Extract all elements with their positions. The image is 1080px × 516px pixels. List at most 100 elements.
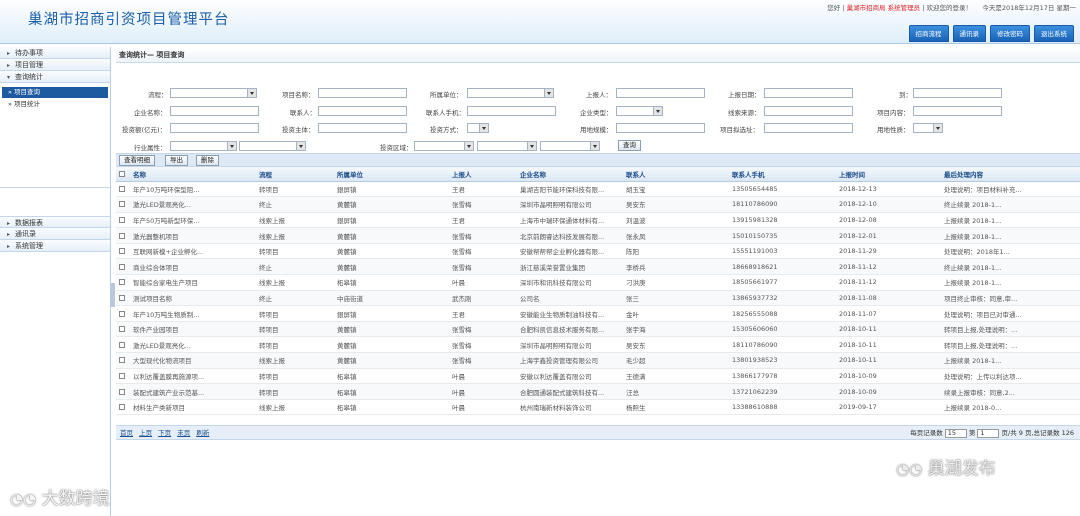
region-select-2[interactable] xyxy=(477,141,537,151)
table-cell[interactable]: 智能综合家电生产项目 xyxy=(130,274,256,291)
contacts-button[interactable]: 通讯录 xyxy=(952,25,986,42)
row-select-cell[interactable] xyxy=(116,399,130,416)
row-select-cell[interactable] xyxy=(116,243,130,260)
contact-input[interactable] xyxy=(318,106,407,116)
table-cell[interactable]: 年产50万吨新型环保... xyxy=(130,212,256,229)
row-checkbox[interactable] xyxy=(119,185,125,192)
table-row[interactable]: 年产10万吨生物质制... 转项目 銀屏镇 王君 安徽能业生物质制油科技有... 金叶 18… xyxy=(116,305,1080,322)
last-page-link[interactable]: 末页 xyxy=(177,429,190,437)
column-header[interactable]: 流程 xyxy=(256,167,334,182)
table-cell[interactable]: 激光LED景观亮化... xyxy=(130,196,256,213)
row-select-cell[interactable] xyxy=(116,212,130,229)
table-cell[interactable]: 商业综合体项目 xyxy=(130,258,256,276)
column-header[interactable]: 企业名称 xyxy=(517,167,623,182)
table-row[interactable]: 材料生产类新项目 线索上报 柘皋镇 叶晨 杭州南瑞新材料装饰公司 杨照生 133886108… xyxy=(116,399,1080,416)
investment-input[interactable] xyxy=(170,123,259,133)
company-type-select[interactable] xyxy=(616,106,663,116)
sidebar-item-reports[interactable]: ▸ 数据报表 xyxy=(0,216,110,228)
report-date-end-input[interactable] xyxy=(913,88,1002,98)
sidebar-collapse-handle[interactable] xyxy=(111,283,115,307)
table-row[interactable]: 商业综合体项目 终止 黄麓镇 张雪梅 浙江慈溪荣誉置业集团 李桥兵 18668918621 2… xyxy=(116,258,1080,276)
logout-button[interactable]: 退出系统 xyxy=(1034,25,1074,42)
table-row[interactable]: 年产50万吨新型环保... 线索上报 銀屏镇 王君 上海市中瑞环保通体材料有... 刘温波… xyxy=(116,212,1080,229)
content-input[interactable] xyxy=(913,106,1002,116)
sidebar-item-todo[interactable]: ▸ 待办事项 xyxy=(0,47,110,59)
export-button[interactable]: 导出 xyxy=(165,155,188,166)
table-row[interactable]: 激光LED景观亮化... 转项目 黄麓镇 张雪梅 深圳市晶明照明有限公司 吴安东 18110… xyxy=(116,336,1080,354)
table-row[interactable]: 测试项目名称 终止 中庙街道 武杰刚 公司名 张三 13865937732 2018-11-0… xyxy=(116,290,1080,307)
first-page-link[interactable]: 首页 xyxy=(120,429,133,437)
row-select-cell[interactable] xyxy=(116,305,130,322)
column-header[interactable]: 上报人 xyxy=(449,167,517,182)
table-cell[interactable]: 装配式建筑产业示范基... xyxy=(130,383,256,400)
row-checkbox[interactable] xyxy=(119,357,125,364)
row-checkbox[interactable] xyxy=(119,216,125,223)
table-row[interactable]: 装配式建筑产业示范基... 转项目 柘皋镇 叶晨 合肥圆通装配式建筑科技有... 汪总 13… xyxy=(116,383,1080,400)
table-cell[interactable]: 测试项目名称 xyxy=(130,290,256,307)
row-checkbox[interactable] xyxy=(119,232,125,239)
row-checkbox[interactable] xyxy=(119,404,125,411)
row-checkbox[interactable] xyxy=(119,326,125,333)
reporter-input[interactable] xyxy=(616,88,705,98)
refresh-link[interactable]: 刷新 xyxy=(196,429,209,437)
table-cell[interactable]: 互联网新模+企业孵化... xyxy=(130,243,256,260)
table-row[interactable]: 大型现代化物流项目 线索上报 黄麓镇 张雪梅 上海宇鑫投资管理有限公司 毛少超 138019… xyxy=(116,352,1080,369)
delete-button[interactable]: 删除 xyxy=(196,155,219,166)
prev-page-link[interactable]: 上页 xyxy=(139,429,152,437)
query-button[interactable]: 查询 xyxy=(618,140,641,151)
row-checkbox[interactable] xyxy=(119,201,125,208)
view-detail-button[interactable]: 查看明细 xyxy=(119,155,155,166)
table-cell[interactable]: 以利达覆盖膜再施源项... xyxy=(130,368,256,385)
table-row[interactable]: 激光器整机项目 线索上报 黄麓镇 张雪梅 北京前朗睿达科技发展有限... 张永凤 15010… xyxy=(116,227,1080,244)
table-row[interactable]: 年产10万吨环保型阻... 转项目 銀屏镇 王君 巢湖吉阳节能环保科技有限... 胡玉宝 1… xyxy=(116,181,1080,198)
table-row[interactable]: 智能综合家电生产项目 线索上报 柘皋镇 叶晨 深圳市和讯科技有限公司 刁洪庚 1850566… xyxy=(116,274,1080,291)
row-select-cell[interactable] xyxy=(116,352,130,369)
region-select-1[interactable] xyxy=(414,141,474,151)
row-select-cell[interactable] xyxy=(116,290,130,307)
row-select-cell[interactable] xyxy=(116,181,130,198)
row-checkbox[interactable] xyxy=(119,310,125,317)
row-checkbox[interactable] xyxy=(119,279,125,286)
row-checkbox[interactable] xyxy=(119,388,125,395)
row-select-cell[interactable] xyxy=(116,321,130,338)
row-checkbox[interactable] xyxy=(119,263,125,270)
table-cell[interactable]: 材料生产类新项目 xyxy=(130,399,256,416)
table-cell[interactable]: 大型现代化物流项目 xyxy=(130,352,256,369)
flow-select[interactable] xyxy=(170,88,257,98)
site-input[interactable] xyxy=(764,123,853,133)
sidebar-item-system[interactable]: ▸ 系统管理 xyxy=(0,240,110,252)
land-nature-select[interactable] xyxy=(913,123,943,133)
next-page-link[interactable]: 下页 xyxy=(158,429,171,437)
per-page-input[interactable]: 15 xyxy=(944,428,967,438)
column-header[interactable]: 所属单位 xyxy=(334,167,449,182)
table-row[interactable]: 激光LED景观亮化... 终止 黄麓镇 张雪梅 深圳市晶明照明有限公司 吴安东 181107… xyxy=(116,196,1080,213)
invest-body-input[interactable] xyxy=(318,123,407,133)
row-select-cell[interactable] xyxy=(116,274,130,291)
contact-phone-input[interactable] xyxy=(467,106,556,116)
land-input[interactable] xyxy=(616,123,705,133)
page-input[interactable]: 1 xyxy=(977,428,1000,438)
submenu-item-project-stats[interactable]: » 项目统计 xyxy=(2,99,108,110)
row-checkbox[interactable] xyxy=(119,248,125,255)
row-checkbox[interactable] xyxy=(119,294,125,301)
table-cell[interactable]: 年产10万吨生物质制... xyxy=(130,305,256,322)
table-cell[interactable]: 软件产业园项目 xyxy=(130,321,256,338)
row-select-cell[interactable] xyxy=(116,196,130,213)
column-header[interactable]: 名称 xyxy=(130,167,256,182)
row-select-cell[interactable] xyxy=(116,227,130,244)
industry-select-2[interactable] xyxy=(239,141,306,151)
table-cell[interactable]: 年产10万吨环保型阻... xyxy=(130,181,256,198)
sidebar-item-query-stats[interactable]: ▾ 查询统计 xyxy=(0,71,110,83)
sidebar-item-address-book[interactable]: ▸ 通讯录 xyxy=(0,228,110,240)
table-cell[interactable]: 激光LED景观亮化... xyxy=(130,336,256,354)
select-all-checkbox[interactable] xyxy=(119,170,125,177)
row-select-cell[interactable] xyxy=(116,368,130,385)
row-select-cell[interactable] xyxy=(116,258,130,276)
report-date-start-input[interactable] xyxy=(764,88,853,98)
column-header[interactable]: 上报时间 xyxy=(836,167,941,182)
column-header[interactable]: 联系人 xyxy=(623,167,729,182)
row-select-cell[interactable] xyxy=(116,383,130,400)
row-checkbox[interactable] xyxy=(119,372,125,379)
change-password-button[interactable]: 修改密码 xyxy=(990,25,1030,42)
table-cell[interactable]: 激光器整机项目 xyxy=(130,227,256,244)
